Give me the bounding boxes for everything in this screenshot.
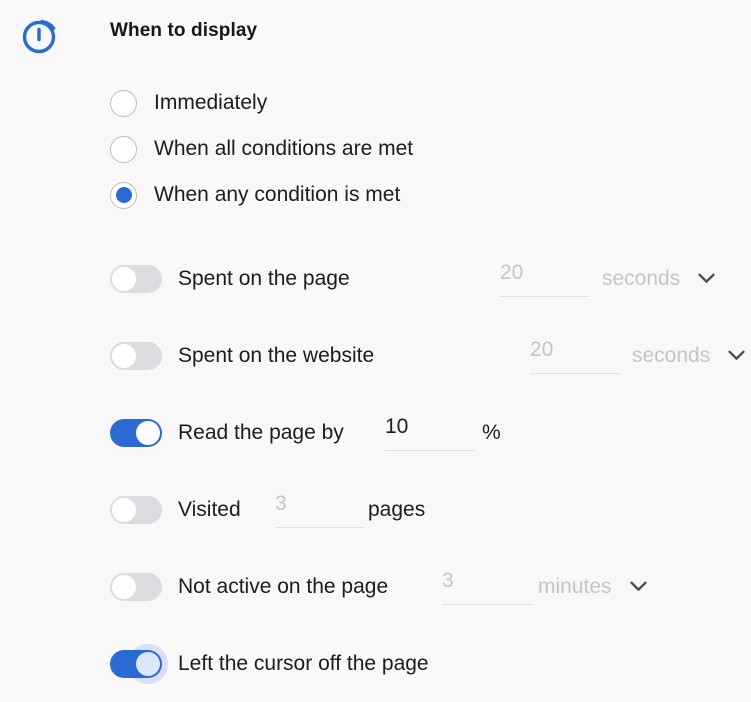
chevron-down-icon — [698, 273, 715, 284]
value-input-spent-on-the-page[interactable]: 20 — [500, 261, 590, 297]
condition-label-spent-on-the-page: Spent on the page — [178, 266, 350, 290]
radio-immediately-control[interactable] — [110, 89, 137, 117]
radio-when-any-condition-is-met-control[interactable] — [110, 181, 137, 209]
unit-label-spent-on-the-website: seconds — [632, 343, 711, 367]
radio-when-all-conditions-are-met-label: When all conditions are met — [154, 137, 414, 160]
toggle-spent-on-the-website[interactable] — [110, 341, 162, 370]
stopwatch-icon — [18, 10, 62, 56]
unit-dropdown-not-active-on-the-page[interactable]: minutes — [538, 575, 647, 599]
radio-option-when-all-conditions-are-met[interactable]: When all conditions are met — [110, 126, 710, 172]
chevron-down-icon — [629, 581, 647, 592]
unit-label-visited: pages — [368, 497, 426, 521]
condition-row-spent-on-the-website: Spent on the website 20 seconds — [110, 317, 750, 394]
condition-label-left-the-cursor-off-the-page: Left the cursor off the page — [178, 651, 429, 675]
unit-label-spent-on-the-page: seconds — [602, 266, 681, 290]
unit-label-read-the-page-by: % — [482, 420, 501, 444]
radio-immediately-label: Immediately — [154, 91, 268, 114]
conditions-list: Spent on the page 20 seconds Spent on th… — [110, 240, 750, 702]
chevron-down-icon — [728, 350, 745, 361]
value-input-read-the-page-by[interactable]: 10 — [385, 415, 475, 451]
condition-row-not-active-on-the-page: Not active on the page 3 minutes — [110, 548, 750, 625]
condition-label-spent-on-the-website: Spent on the website — [178, 343, 375, 367]
unit-dropdown-spent-on-the-page[interactable]: seconds — [602, 267, 715, 291]
condition-label-visited: Visited — [178, 497, 241, 521]
radio-option-immediately[interactable]: Immediately — [110, 80, 710, 126]
condition-label-read-the-page-by: Read the page by — [178, 420, 344, 444]
display-mode-radio-group: Immediately When all conditions are met … — [110, 80, 710, 218]
condition-row-left-the-cursor-off-the-page: Left the cursor off the page — [110, 625, 750, 702]
when-to-display-panel: When to display Immediately When all con… — [0, 0, 751, 692]
toggle-read-the-page-by[interactable] — [110, 418, 162, 447]
value-input-spent-on-the-website[interactable]: 20 — [530, 338, 620, 374]
toggle-left-the-cursor-off-the-page[interactable] — [110, 643, 168, 684]
condition-row-read-the-page-by: Read the page by 10 % — [110, 394, 750, 471]
toggle-visited[interactable] — [110, 495, 162, 524]
unit-dropdown-spent-on-the-website[interactable]: seconds — [632, 344, 745, 368]
radio-when-any-condition-is-met-label: When any condition is met — [154, 183, 401, 206]
toggle-spent-on-the-page[interactable] — [110, 264, 162, 293]
value-input-not-active-on-the-page[interactable]: 3 — [442, 569, 532, 605]
unit-label-not-active-on-the-page: minutes — [538, 574, 612, 598]
page-title: When to display — [110, 20, 258, 41]
radio-when-all-conditions-are-met-control[interactable] — [110, 135, 137, 163]
value-input-visited[interactable]: 3 — [275, 492, 365, 528]
toggle-not-active-on-the-page[interactable] — [110, 572, 162, 601]
radio-option-when-any-condition-is-met[interactable]: When any condition is met — [110, 172, 710, 218]
condition-row-visited: Visited 3 pages — [110, 471, 750, 548]
condition-label-not-active-on-the-page: Not active on the page — [178, 574, 389, 598]
condition-row-spent-on-the-page: Spent on the page 20 seconds — [110, 240, 750, 317]
